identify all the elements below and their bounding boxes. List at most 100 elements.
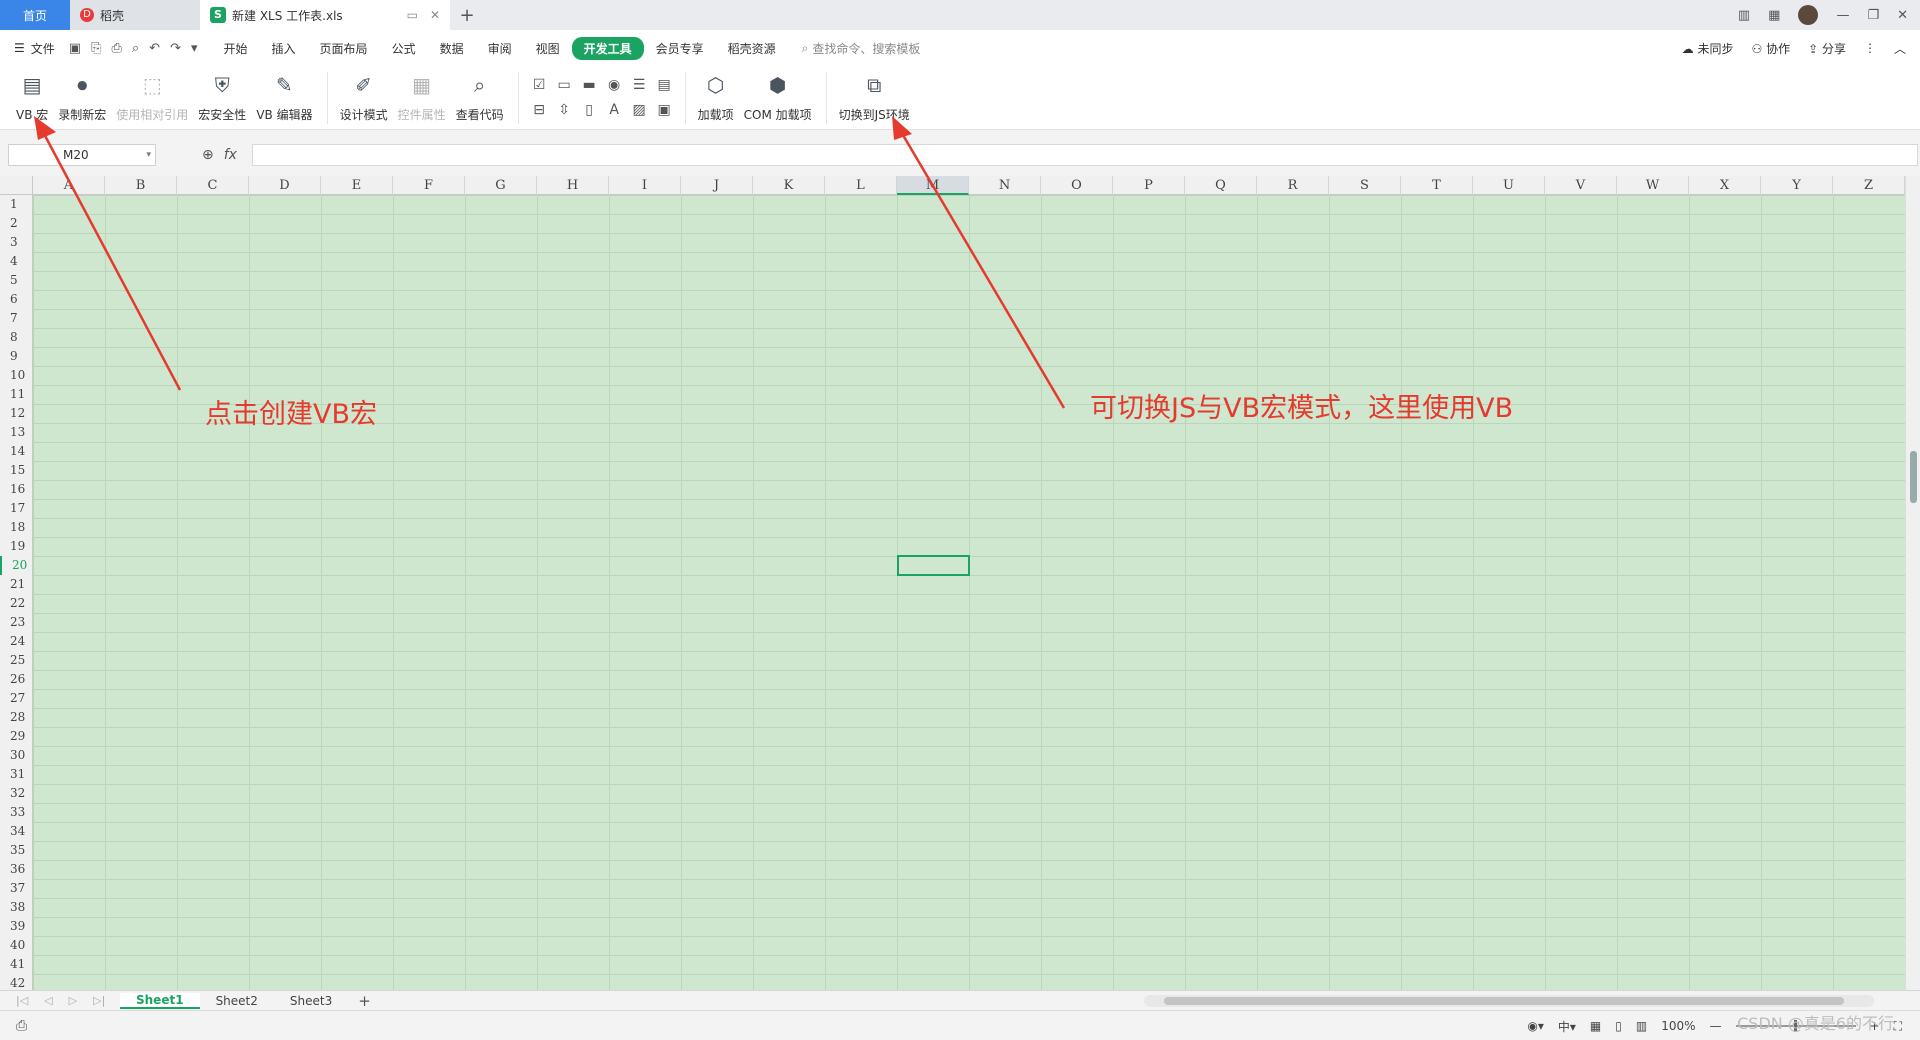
file-menu[interactable]: 文件: [31, 40, 55, 57]
sheet-tab-2[interactable]: Sheet2: [200, 994, 274, 1008]
row-header[interactable]: 23: [0, 613, 33, 632]
name-box[interactable]: M20 ▾: [8, 144, 156, 166]
scrollbar-control-icon[interactable]: ▯: [577, 97, 602, 122]
menu-view[interactable]: 视图: [524, 37, 572, 60]
row-header[interactable]: 18: [0, 518, 33, 537]
sheet-tab-1[interactable]: Sheet1: [120, 992, 200, 1009]
column-header[interactable]: W: [1617, 176, 1689, 195]
control-properties-button[interactable]: ▦ 控件属性: [394, 70, 450, 123]
row-header[interactable]: 13: [0, 423, 33, 442]
new-tab-button[interactable]: +: [450, 0, 484, 30]
close-window-icon[interactable]: ✕: [1897, 8, 1908, 23]
row-header[interactable]: 27: [0, 689, 33, 708]
switch-js-button[interactable]: ⧉ 切换到JS环境: [835, 70, 914, 123]
button-control-icon[interactable]: ▬: [577, 72, 602, 97]
radio-control-icon[interactable]: ◉: [602, 72, 627, 97]
row-header[interactable]: 1: [0, 195, 33, 214]
column-header[interactable]: O: [1041, 176, 1113, 195]
collapse-ribbon-icon[interactable]: ︿: [1894, 40, 1906, 57]
page-layout-view-icon[interactable]: ▯: [1615, 1019, 1622, 1033]
column-header[interactable]: V: [1545, 176, 1617, 195]
more-icon[interactable]: ⋮: [1864, 41, 1876, 55]
zoom-out-icon[interactable]: —: [1710, 1019, 1722, 1033]
tab-docer[interactable]: D 稻壳: [70, 0, 200, 30]
row-header[interactable]: 5: [0, 271, 33, 290]
tab-active-document[interactable]: S 新建 XLS 工作表.xls ▭ ✕: [200, 0, 450, 30]
row-header[interactable]: 9: [0, 347, 33, 366]
selected-cell[interactable]: [897, 555, 970, 576]
column-header[interactable]: P: [1113, 176, 1185, 195]
column-header[interactable]: R: [1257, 176, 1329, 195]
tab-home[interactable]: 首页: [0, 0, 70, 30]
column-header[interactable]: T: [1401, 176, 1473, 195]
column-header[interactable]: L: [825, 176, 897, 195]
hamburger-icon[interactable]: ☰: [14, 41, 25, 55]
close-tab-icon[interactable]: ✕: [430, 8, 440, 22]
menu-developer[interactable]: 开发工具: [571, 36, 644, 60]
zoom-icon[interactable]: ⊕: [202, 147, 214, 163]
row-header[interactable]: 32: [0, 784, 33, 803]
menu-review[interactable]: 审阅: [476, 37, 524, 60]
row-header[interactable]: 34: [0, 822, 33, 841]
macro-security-button[interactable]: ⛨ 宏安全性: [194, 70, 250, 123]
eye-icon[interactable]: ◉▾: [1527, 1019, 1544, 1033]
menu-docer-resources[interactable]: 稻壳资源: [716, 37, 788, 60]
row-header[interactable]: 15: [0, 461, 33, 480]
export-icon[interactable]: ⎘: [91, 41, 101, 56]
share-button[interactable]: ⇪ 分享: [1808, 40, 1846, 57]
relative-reference-button[interactable]: ⬚ 使用相对引用: [112, 70, 192, 123]
column-header[interactable]: U: [1473, 176, 1545, 195]
design-mode-button[interactable]: ✐ 设计模式: [336, 70, 392, 123]
column-header[interactable]: K: [753, 176, 825, 195]
menu-member[interactable]: 会员专享: [644, 37, 716, 60]
row-header[interactable]: 37: [0, 879, 33, 898]
customize-dropdown-icon[interactable]: ▾: [191, 41, 198, 56]
row-header[interactable]: 11: [0, 385, 33, 404]
vb-editor-button[interactable]: ✎ VB 编辑器: [252, 70, 316, 123]
column-header[interactable]: J: [681, 176, 753, 195]
frame-control-icon[interactable]: ▣: [652, 97, 677, 122]
column-header[interactable]: H: [537, 176, 609, 195]
horizontal-scroll-thumb[interactable]: [1164, 997, 1844, 1005]
menu-start[interactable]: 开始: [212, 37, 260, 60]
row-header[interactable]: 17: [0, 499, 33, 518]
row-header[interactable]: 41: [0, 955, 33, 974]
column-header[interactable]: C: [177, 176, 249, 195]
image-control-icon[interactable]: ▨: [627, 97, 652, 122]
addins-button[interactable]: ⬡ 加载项: [694, 70, 738, 123]
print-preview-icon[interactable]: ⌕: [132, 41, 139, 56]
column-header[interactable]: A: [33, 176, 105, 195]
vertical-scroll-thumb[interactable]: [1910, 451, 1917, 503]
listbox-control-icon[interactable]: ☰: [627, 72, 652, 97]
vertical-scrollbar[interactable]: [1905, 176, 1920, 990]
row-header[interactable]: 2: [0, 214, 33, 233]
column-header[interactable]: X: [1689, 176, 1761, 195]
row-header[interactable]: 30: [0, 746, 33, 765]
row-header[interactable]: 39: [0, 917, 33, 936]
row-header[interactable]: 36: [0, 860, 33, 879]
column-header[interactable]: N: [969, 176, 1041, 195]
avatar[interactable]: [1798, 5, 1819, 25]
row-header[interactable]: 26: [0, 670, 33, 689]
spinner-control-icon[interactable]: ⇳: [552, 97, 577, 122]
menu-insert[interactable]: 插入: [260, 37, 308, 60]
undo-icon[interactable]: ↶: [149, 41, 160, 56]
add-sheet-button[interactable]: +: [348, 992, 381, 1010]
page-break-view-icon[interactable]: ▥: [1636, 1019, 1647, 1033]
zoom-level[interactable]: 100%: [1661, 1019, 1695, 1033]
togglebutton-control-icon[interactable]: ⊟: [527, 97, 552, 122]
column-header[interactable]: Y: [1761, 176, 1833, 195]
row-header[interactable]: 25: [0, 651, 33, 670]
normal-view-icon[interactable]: ▦: [1590, 1019, 1601, 1033]
view-code-button[interactable]: ⌕ 查看代码: [452, 70, 508, 123]
fx-icon[interactable]: fx: [224, 147, 237, 163]
column-header[interactable]: B: [105, 176, 177, 195]
textbox-control-icon[interactable]: ▭: [552, 72, 577, 97]
first-sheet-icon[interactable]: |◁: [16, 994, 28, 1007]
vb-macro-button[interactable]: ▤ VB 宏: [12, 70, 52, 123]
row-header[interactable]: 12: [0, 404, 33, 423]
row-header[interactable]: 35: [0, 841, 33, 860]
restore-icon[interactable]: ❐: [1867, 8, 1879, 23]
redo-icon[interactable]: ↷: [170, 41, 181, 56]
checkbox-control-icon[interactable]: ☑: [527, 72, 552, 97]
